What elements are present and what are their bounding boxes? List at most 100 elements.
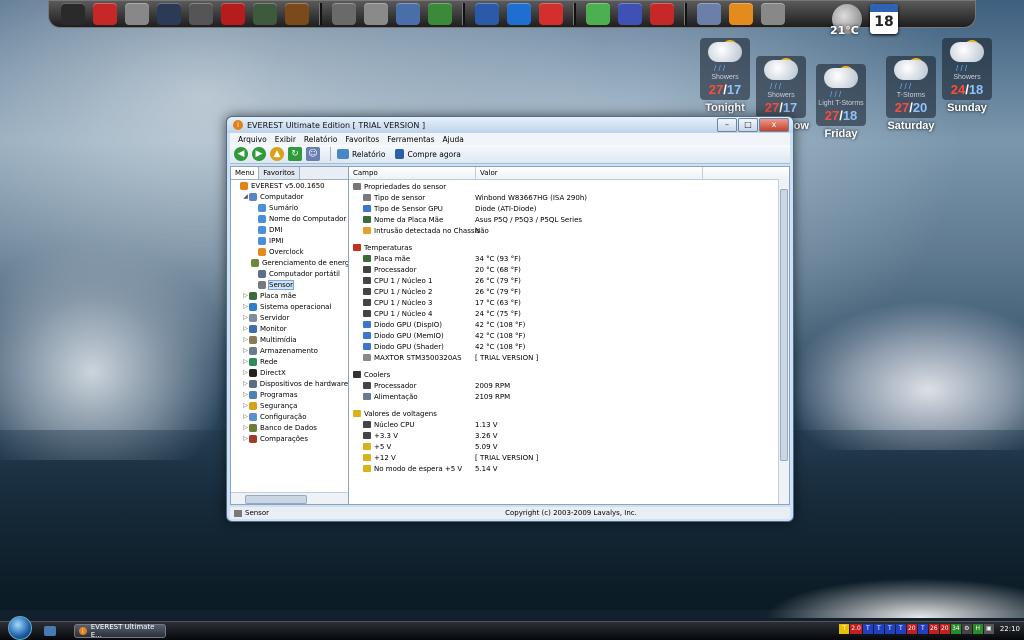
tree-item[interactable]: ▷ Programas [231, 389, 348, 400]
forward-arrow-icon[interactable]: ▶ [252, 147, 266, 161]
tree-toggle-icon[interactable]: ◢ [242, 193, 249, 200]
show-desktop-icon[interactable] [44, 626, 56, 636]
table-row[interactable]: Processador 2009 RPM [349, 380, 779, 391]
tray-icon[interactable]: T [873, 624, 884, 634]
tree-toggle-icon[interactable]: ▷ [242, 292, 249, 299]
tree-item[interactable]: ▷ Configuração [231, 411, 348, 422]
dock-app-icon[interactable] [157, 3, 181, 25]
tree-item[interactable]: Nome do Computador [231, 213, 348, 224]
calendar-gadget[interactable]: 18 [870, 4, 898, 34]
tree-toggle-icon[interactable]: ▷ [242, 303, 249, 310]
tray-icon[interactable]: 20 [939, 624, 950, 634]
tray-icon[interactable]: T [884, 624, 895, 634]
tree-toggle-icon[interactable]: ▷ [242, 314, 249, 321]
dock-app-icon[interactable] [761, 3, 785, 25]
tree-item[interactable]: Sensor [231, 279, 348, 290]
table-row[interactable]: +3.3 V 3.26 V [349, 430, 779, 441]
tree-item[interactable]: ▷ Sistema operacional [231, 301, 348, 312]
title-bar[interactable]: i EVEREST Ultimate Edition [ TRIAL VERSI… [227, 117, 793, 133]
tray-icon[interactable]: T [895, 624, 906, 634]
table-row[interactable]: CPU 1 / Núcleo 3 17 °C (63 °F) [349, 297, 779, 308]
dock-app-icon[interactable] [586, 3, 610, 25]
section-header[interactable]: Valores de voltagens [349, 408, 779, 419]
tree-toggle-icon[interactable]: ▷ [242, 424, 249, 431]
dock-app-icon[interactable] [697, 3, 721, 25]
menu-exibir[interactable]: Exibir [271, 135, 300, 144]
taskbar-clock[interactable]: 22:10 [1000, 625, 1020, 633]
tree-item[interactable]: ▷ Placa mãe [231, 290, 348, 301]
refresh-icon[interactable]: ↻ [288, 147, 302, 161]
table-row[interactable]: Núcleo CPU 1.13 V [349, 419, 779, 430]
dock-app-icon[interactable] [253, 3, 277, 25]
menu-ferramentas[interactable]: Ferramentas [383, 135, 438, 144]
table-row[interactable]: Nome da Placa Mãe Asus P5Q / P5Q3 / P5QL … [349, 214, 779, 225]
tree-item[interactable]: ▷ Servidor [231, 312, 348, 323]
menu-ajuda[interactable]: Ajuda [439, 135, 468, 144]
report-button[interactable]: Relatório [337, 149, 385, 159]
weather-day-2[interactable]: / / / Light T-Storms 27/18 Friday [816, 64, 866, 140]
weather-day-0[interactable]: / / / Showers 27/17 Tonight [700, 38, 750, 114]
up-arrow-icon[interactable]: ▲ [270, 147, 284, 161]
tree-item[interactable]: DMI [231, 224, 348, 235]
dock-app-icon[interactable] [428, 3, 452, 25]
tree-item[interactable]: Sumário [231, 202, 348, 213]
tree-item[interactable]: IPMI [231, 235, 348, 246]
menu-favoritos[interactable]: Favoritos [341, 135, 383, 144]
weather-day-4[interactable]: / / / Showers 24/18 Sunday [942, 38, 992, 114]
tree-item[interactable]: Gerenciamento de energia [231, 257, 348, 268]
dock-app-icon[interactable] [61, 3, 85, 25]
tray-icon[interactable]: T [917, 624, 928, 634]
tree-toggle-icon[interactable]: ▷ [242, 402, 249, 409]
tray-icon[interactable]: H [972, 624, 983, 634]
table-row[interactable]: +5 V 5.09 V [349, 441, 779, 452]
tree-item[interactable]: ▷ Monitor [231, 323, 348, 334]
menu-relatorio[interactable]: Relatório [300, 135, 341, 144]
tray-icon[interactable]: 2.0 [850, 624, 862, 634]
tree-toggle-icon[interactable]: ▷ [242, 380, 249, 387]
vertical-scrollbar[interactable] [778, 179, 789, 504]
table-row[interactable]: Tipo de sensor Winbond W83667HG (ISA 290h… [349, 192, 779, 203]
tree-item[interactable]: ▷ Rede [231, 356, 348, 367]
dock-app-icon[interactable] [221, 3, 245, 25]
tree-item[interactable]: ▷ Comparações [231, 433, 348, 444]
dock-app-icon[interactable] [396, 3, 420, 25]
tray-icon[interactable]: T [862, 624, 873, 634]
menu-arquivo[interactable]: Arquivo [234, 135, 271, 144]
section-header[interactable]: Temperaturas [349, 242, 779, 253]
horizontal-scrollbar[interactable] [231, 492, 348, 504]
tree-item[interactable]: ▷ Armazenamento [231, 345, 348, 356]
tree-item[interactable]: ▷ Banco de Dados [231, 422, 348, 433]
table-row[interactable]: Diodo GPU (Shader) 42 °C (108 °F) [349, 341, 779, 352]
tree-item[interactable]: Computador portátil [231, 268, 348, 279]
dock-app-icon[interactable] [507, 3, 531, 25]
table-row[interactable]: CPU 1 / Núcleo 2 26 °C (79 °F) [349, 286, 779, 297]
dock-app-icon[interactable] [364, 3, 388, 25]
table-row[interactable]: Alimentação 2109 RPM [349, 391, 779, 402]
dock-app-icon[interactable] [618, 3, 642, 25]
tray-icon[interactable]: ▣ [983, 624, 994, 634]
tree-item[interactable]: ▷ Dispositivos de hardware [231, 378, 348, 389]
vertical-scroll-thumb[interactable] [780, 189, 788, 461]
tree-item[interactable]: EVEREST v5.00.1650 [231, 180, 348, 191]
tree-toggle-icon[interactable]: ▷ [242, 413, 249, 420]
section-header[interactable]: Propriedades do sensor [349, 181, 779, 192]
dock-app-icon[interactable] [650, 3, 674, 25]
tree-toggle-icon[interactable]: ▷ [242, 391, 249, 398]
tree-toggle-icon[interactable]: ▷ [242, 347, 249, 354]
column-valor[interactable]: Valor [476, 167, 703, 179]
table-row[interactable]: Processador 20 °C (68 °F) [349, 264, 779, 275]
tree-item[interactable]: ▷ Segurança [231, 400, 348, 411]
tab-favoritos[interactable]: Favoritos [259, 167, 300, 179]
dock-app-icon[interactable] [539, 3, 563, 25]
dock-app-icon[interactable] [475, 3, 499, 25]
tray-icon[interactable]: T [839, 624, 850, 634]
tree-toggle-icon[interactable]: ▷ [242, 336, 249, 343]
close-button[interactable]: x [759, 118, 789, 132]
table-row[interactable]: Diodo GPU (DispIO) 42 °C (108 °F) [349, 319, 779, 330]
tree-item[interactable]: ▷ DirectX [231, 367, 348, 378]
dock-app-icon[interactable] [189, 3, 213, 25]
start-button[interactable] [8, 616, 32, 640]
table-row[interactable]: +12 V [ TRIAL VERSION ] [349, 452, 779, 463]
dock-app-icon[interactable] [93, 3, 117, 25]
dock-app-icon[interactable] [285, 3, 309, 25]
